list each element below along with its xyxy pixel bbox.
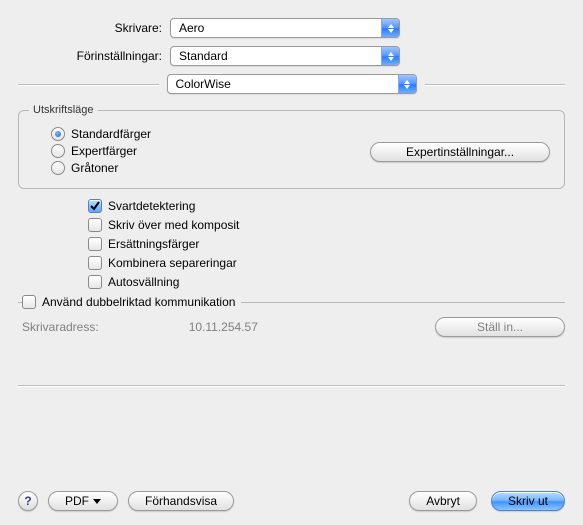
divider [425,84,566,85]
bidirectional-group: Använd dubbelriktad kommunikation Skriva… [18,295,565,337]
cancel-button[interactable]: Avbryt [409,491,477,511]
print-button[interactable]: Skriv ut [491,491,565,511]
printer-select-value: Aero [179,21,204,35]
configure-button[interactable]: Ställ in... [435,317,565,337]
chevron-updown-icon [381,47,399,65]
preview-button[interactable]: Förhandsvisa [128,491,234,511]
radio-grayscale[interactable] [51,161,65,175]
check-icon [90,201,100,211]
divider [18,84,159,85]
pdf-menu-button[interactable]: PDF [48,491,118,511]
checkbox-bidirectional[interactable] [22,295,36,309]
divider [18,385,565,386]
chevron-down-icon [93,499,101,504]
print-mode-legend: Utskriftsläge [29,104,98,116]
printer-label: Skrivare: [18,21,170,35]
printer-select[interactable]: Aero [170,18,400,38]
checkbox-overwrite-composite-label: Skriv över med komposit [108,218,239,232]
presets-select-value: Standard [179,49,228,63]
checkbox-auto-trapping[interactable] [88,275,102,289]
printer-address-value: 10.11.254.57 [189,320,258,334]
radio-expert-label: Expertfärger [71,144,137,158]
checkbox-combine-separations[interactable] [88,256,102,270]
expert-settings-button[interactable]: Expertinställningar... [370,142,550,162]
radio-expert-colors[interactable] [51,144,65,158]
presets-select[interactable]: Standard [170,46,400,66]
radio-grayscale-label: Gråtoner [71,161,118,175]
radio-standard-label: Standardfärger [71,127,151,141]
help-button[interactable]: ? [18,491,38,511]
checkbox-substitute-colors[interactable] [88,237,102,251]
options-group: Svartdetektering Skriv över med komposit… [18,199,565,289]
checkbox-bidirectional-label: Använd dubbelriktad kommunikation [42,295,235,309]
pane-select-value: ColorWise [176,77,231,91]
checkbox-substitute-colors-label: Ersättningsfärger [108,237,199,251]
checkbox-combine-separations-label: Kombinera separeringar [108,256,237,270]
checkbox-overwrite-composite[interactable] [88,218,102,232]
checkbox-black-detection[interactable] [88,199,102,213]
chevron-updown-icon [398,75,416,93]
print-mode-group: Utskriftsläge Standardfärger Expertfärge… [18,104,565,189]
chevron-updown-icon [381,19,399,37]
presets-label: Förinställningar: [18,49,170,63]
printer-address-label: Skrivaradress: [22,320,99,334]
pane-select[interactable]: ColorWise [167,74,417,94]
pdf-menu-label: PDF [65,494,89,508]
checkbox-auto-trapping-label: Autosvällning [108,275,179,289]
radio-standard-colors[interactable] [51,127,65,141]
checkbox-black-detection-label: Svartdetektering [108,199,195,213]
